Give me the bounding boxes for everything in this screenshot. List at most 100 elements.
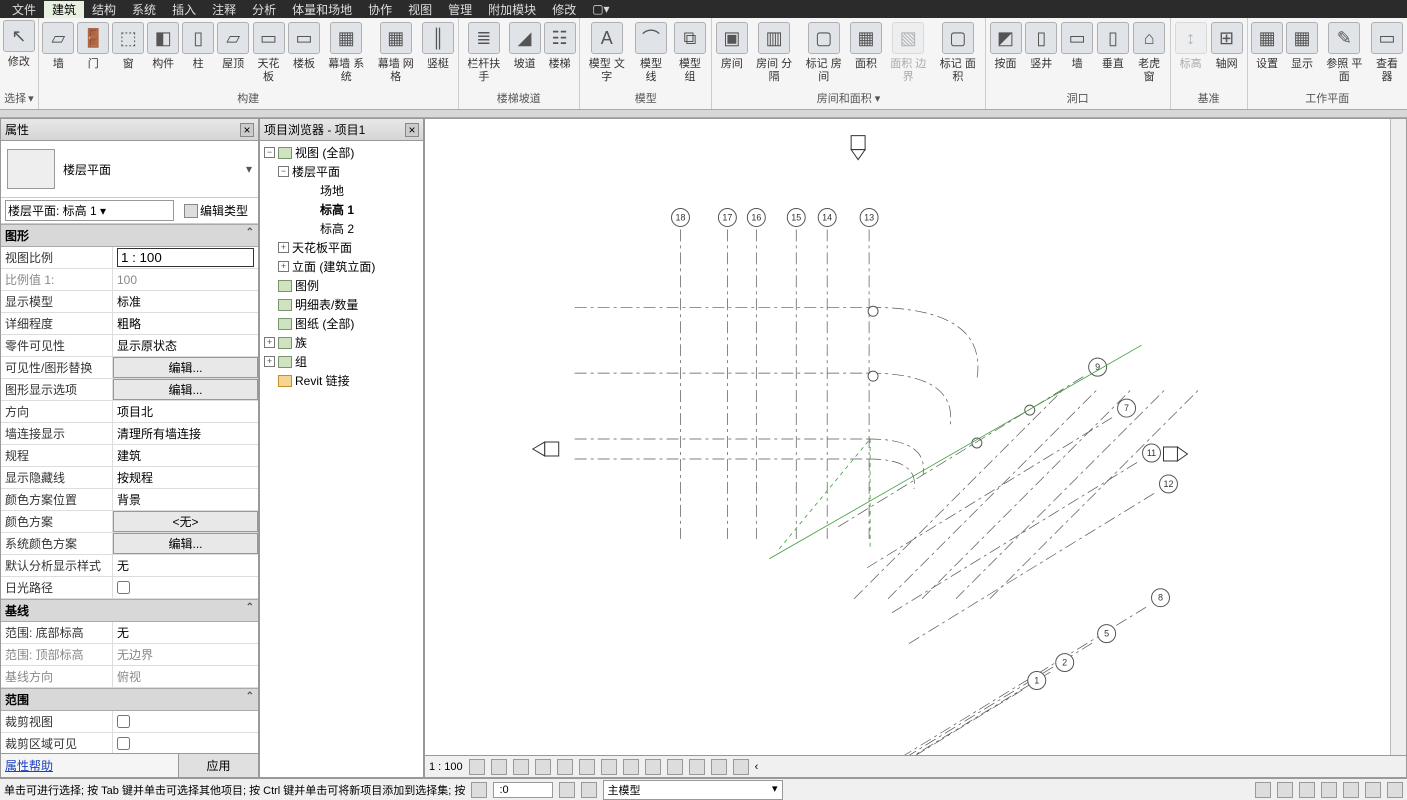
properties-title-bar[interactable]: 属性 × [1,119,258,141]
reveal-icon[interactable] [667,759,683,775]
defan-value[interactable]: 无 [113,555,258,576]
cloc-value[interactable]: 背景 [113,489,258,510]
select-underlay-icon[interactable] [1277,782,1293,798]
tree-site[interactable]: 场地 [260,181,423,200]
ref-plane-button[interactable]: ✎参照 平面 [1320,20,1370,88]
menu-analyze[interactable]: 分析 [244,1,284,18]
underlay-header[interactable]: 基线⌃ [1,599,258,622]
elev-marker-east[interactable] [1163,447,1187,461]
menu-view[interactable]: 视图 [400,1,440,18]
filter-icon[interactable] [1387,782,1403,798]
menu-sys[interactable]: 系统 [124,1,164,18]
menu-mass[interactable]: 体量和场地 [284,1,360,18]
detail-level-icon[interactable] [469,759,485,775]
shaft-button[interactable]: ▯竖井 [1023,20,1059,88]
edit-type-button[interactable]: 编辑类型 [178,201,254,220]
instance-selector[interactable]: 楼层平面: 标高 1 ▾ [5,200,174,221]
model-group-button[interactable]: ⧉模型 组 [670,20,709,88]
tree-sheets[interactable]: 图纸 (全部) [260,314,423,333]
menu-arch[interactable]: 建筑 [44,1,84,18]
editable-only-icon[interactable] [559,782,575,798]
mullion-button[interactable]: ║竖梃 [421,20,456,88]
ceiling-button[interactable]: ▭天花板 [251,20,287,88]
type-dropdown-icon[interactable]: ▾ [246,162,252,176]
menu-modify[interactable]: 修改 [544,1,584,18]
analytical-icon[interactable] [711,759,727,775]
disp-model-value[interactable]: 标准 [113,291,258,312]
area-bnd-button[interactable]: ▧面积 边界 [883,20,933,88]
level-button[interactable]: ↕标高 [1173,20,1209,88]
disc-value[interactable]: 建筑 [113,445,258,466]
view-scale-input[interactable] [117,248,254,267]
detail-value[interactable]: 粗略 [113,313,258,334]
shadows-icon[interactable] [535,759,551,775]
ramp-button[interactable]: ◢坡道 [507,20,542,88]
design-options-icon[interactable] [581,782,597,798]
select-links-icon[interactable] [1255,782,1271,798]
vert-opening-button[interactable]: ▯垂直 [1095,20,1131,88]
room-sep-button[interactable]: ▥房间 分隔 [749,20,799,88]
constraints-icon[interactable] [733,759,749,775]
room-button[interactable]: ▣房间 [714,20,749,88]
crop-icon[interactable] [579,759,595,775]
model-line-button[interactable]: ⌒模型 线 [632,20,671,88]
canvas-scroll-v[interactable] [1390,119,1406,755]
orient-value[interactable]: 项目北 [113,401,258,422]
drawing-canvas[interactable]: 181716151413 9711128521 1 : 100 [424,118,1407,778]
gdo-edit-button[interactable]: 编辑... [113,379,258,400]
curtain-grid-button[interactable]: ▦幕墙 网格 [371,20,421,88]
tree-links[interactable]: Revit 链接 [260,371,423,390]
wjoin-value[interactable]: 清理所有墙连接 [113,423,258,444]
visual-style-icon[interactable] [491,759,507,775]
railing-button[interactable]: ≣栏杆扶手 [461,20,508,88]
wall-opening-button[interactable]: ▭墙 [1059,20,1095,88]
cscheme-button[interactable]: <无> [113,511,258,532]
u-bot-value[interactable]: 无 [113,622,258,643]
opening-face-button[interactable]: ◩按面 [988,20,1024,88]
window-button[interactable]: ⬚窗 [111,20,146,88]
tree-level1[interactable]: 标高 1 [260,200,423,219]
background-icon[interactable] [1365,782,1381,798]
component-button[interactable]: ◧构件 [146,20,181,88]
tree-floorplans[interactable]: −楼层平面 [260,162,423,181]
sun-path-icon[interactable] [513,759,529,775]
curtain-sys-button[interactable]: ▦幕墙 系统 [321,20,371,88]
tree-groups[interactable]: +组 [260,352,423,371]
elev-marker-west[interactable] [533,442,559,456]
crop-checkbox[interactable] [117,715,130,728]
rendering-icon[interactable] [557,759,573,775]
area-button[interactable]: ▦面积 [849,20,884,88]
select-group-label[interactable]: 选择▾ [0,88,38,109]
menu-expand-icon[interactable]: ▢▾ [584,2,617,16]
menu-collab[interactable]: 协作 [360,1,400,18]
wall-button[interactable]: ▱墙 [41,20,76,88]
stair-button[interactable]: ☷楼梯 [542,20,577,88]
floor-button[interactable]: ▭楼板 [287,20,322,88]
tree-schedules[interactable]: 明细表/数量 [260,295,423,314]
sun-checkbox[interactable] [117,581,130,594]
cropr-checkbox[interactable] [117,737,130,750]
menu-addin[interactable]: 附加模块 [480,1,544,18]
view-scale-display[interactable]: 1 : 100 [429,761,463,773]
column-button[interactable]: ▯柱 [181,20,216,88]
elev-marker-north[interactable] [851,136,865,160]
tree-level2[interactable]: 标高 2 [260,219,423,238]
unjoin-icon[interactable] [623,759,639,775]
room-area-group-label[interactable]: 房间和面积 ▾ [817,88,881,109]
worksharing-icon[interactable] [689,759,705,775]
syscolor-edit-button[interactable]: 编辑... [113,533,258,554]
viewbar-scroll-left[interactable]: ‹ [755,761,759,773]
menu-struct[interactable]: 结构 [84,1,124,18]
model-text-button[interactable]: A模型 文字 [582,20,632,88]
crop-region-icon[interactable] [601,759,617,775]
status-coord[interactable]: :0 [493,782,553,798]
select-face-icon[interactable] [1321,782,1337,798]
project-tree[interactable]: −视图 (全部) −楼层平面 场地 标高 1 标高 2 +天花板平面 +立面 (… [260,141,423,777]
tree-families[interactable]: +族 [260,333,423,352]
workset-icon[interactable] [471,782,487,798]
graphics-header[interactable]: 图形⌃ [1,224,258,247]
viewer-button[interactable]: ▭查看器 [1369,20,1405,88]
type-selector[interactable]: 楼层平面 ▾ [1,141,258,198]
dormer-button[interactable]: ⌂老虎窗 [1131,20,1168,88]
grid-button[interactable]: ⊞轴网 [1209,20,1245,88]
